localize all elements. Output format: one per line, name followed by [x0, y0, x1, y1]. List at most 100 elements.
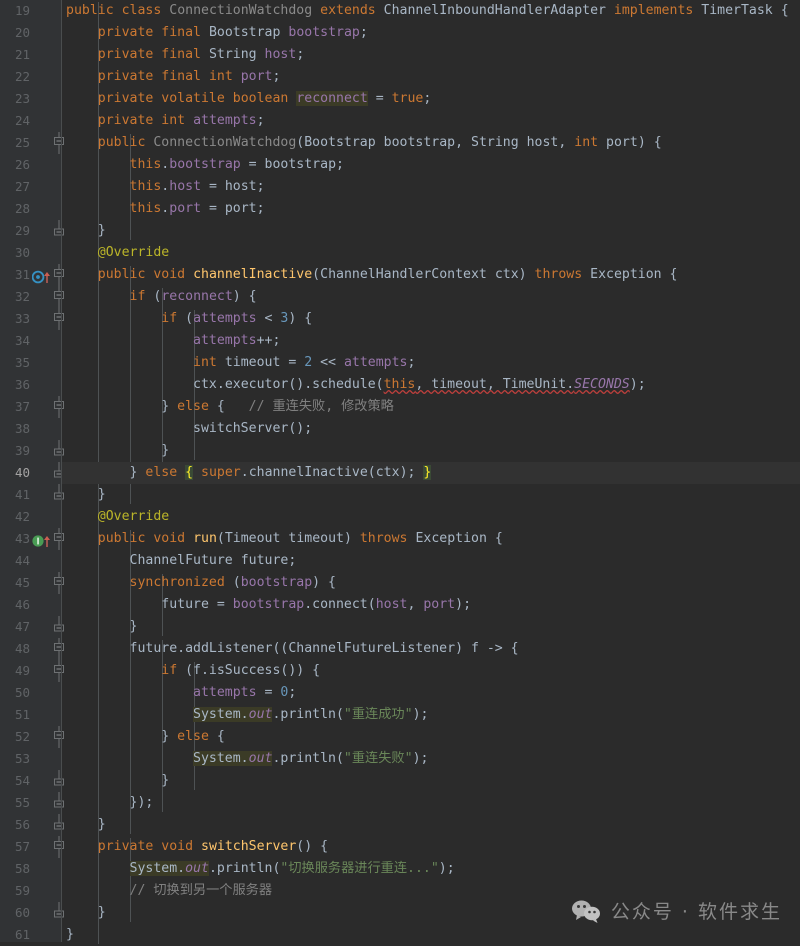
gutter-row[interactable]: 32 [0, 286, 64, 308]
gutter-row[interactable]: 34 [0, 330, 62, 352]
gutter-row[interactable]: 25 [0, 132, 64, 154]
line-number: 28 [14, 201, 30, 216]
code-line[interactable]: this.host = host; [62, 176, 800, 198]
code-line[interactable]: } [62, 924, 800, 946]
code-line[interactable]: this.port = port; [62, 198, 800, 220]
gutter-row[interactable]: 35 [0, 352, 62, 374]
gutter-row[interactable]: 27 [0, 176, 62, 198]
gutter-row[interactable]: 39 [0, 440, 64, 462]
gutter-row[interactable]: 60 [0, 902, 64, 924]
gutter-row[interactable]: 51 [0, 704, 62, 726]
code-line[interactable]: ctx.executor().schedule(this, timeout, T… [62, 374, 800, 396]
gutter-row[interactable]: 48 [0, 638, 64, 660]
line-number: 41 [14, 487, 30, 502]
gutter-row[interactable]: 53 [0, 748, 62, 770]
implement-marker-icon[interactable] [32, 532, 54, 547]
gutter-row[interactable]: 21 [0, 44, 62, 66]
gutter-row[interactable]: 56 [0, 814, 64, 836]
code-line[interactable]: }); [62, 792, 800, 814]
gutter-row[interactable]: 22 [0, 66, 62, 88]
code-line[interactable]: synchronized (bootstrap) { [62, 572, 800, 594]
gutter-row[interactable]: 40 [0, 462, 64, 484]
gutter-row[interactable]: 46 [0, 594, 62, 616]
gutter-row[interactable]: 44 [0, 550, 62, 572]
gutter-row[interactable]: 47 [0, 616, 64, 638]
code-line[interactable]: attempts++; [62, 330, 800, 352]
override-marker-icon[interactable] [31, 268, 54, 284]
line-number: 49 [14, 663, 30, 678]
gutter-row[interactable]: 57 [0, 836, 64, 858]
code-line[interactable]: private void switchServer() { [62, 836, 800, 858]
wechat-icon [571, 899, 601, 923]
code-line[interactable]: future.addListener((ChannelFutureListene… [62, 638, 800, 660]
line-number: 31 [14, 267, 30, 282]
code-line[interactable]: switchServer(); [62, 418, 800, 440]
gutter-row[interactable]: 23 [0, 88, 62, 110]
code-line[interactable]: } else { [62, 726, 800, 748]
code-line[interactable]: if (f.isSuccess()) { [62, 660, 800, 682]
code-line[interactable]: private final int port; [62, 66, 800, 88]
gutter-row[interactable]: 38 [0, 418, 62, 440]
code-line[interactable]: } [62, 814, 800, 836]
gutter-row[interactable]: 37 [0, 396, 64, 418]
code-line[interactable]: System.out.println("切换服务器进行重连..."); [62, 858, 800, 880]
gutter-row[interactable]: 49 [0, 660, 64, 682]
code-line[interactable]: public ConnectionWatchdog(Bootstrap boot… [62, 132, 800, 154]
gutter-row[interactable]: 58 [0, 858, 62, 880]
code-line[interactable]: } [62, 484, 800, 506]
gutter-row[interactable]: 26 [0, 154, 62, 176]
code-line[interactable]: ChannelFuture future; [62, 550, 800, 572]
code-line[interactable]: public void channelInactive(ChannelHandl… [62, 264, 800, 286]
code-line[interactable]: private int attempts; [62, 110, 800, 132]
line-number: 38 [14, 421, 30, 436]
code-line[interactable]: private volatile boolean reconnect = tru… [62, 88, 800, 110]
code-line[interactable]: } [62, 616, 800, 638]
gutter-row[interactable]: 24 [0, 110, 62, 132]
code-line[interactable]: if (attempts < 3) { [62, 308, 800, 330]
gutter-row[interactable]: 45 [0, 572, 64, 594]
gutter-row[interactable]: 41 [0, 484, 64, 506]
line-number: 30 [14, 245, 30, 260]
gutter-row[interactable]: 61 [0, 924, 62, 946]
gutter-row[interactable]: 55 [0, 792, 64, 814]
code-line[interactable]: } else { super.channelInactive(ctx); } [62, 462, 800, 484]
code-line[interactable]: } [62, 440, 800, 462]
gutter-row[interactable]: 36 [0, 374, 62, 396]
line-number: 25 [14, 135, 30, 150]
code-line[interactable]: System.out.println("重连成功"); [62, 704, 800, 726]
gutter-row[interactable]: 42 [0, 506, 62, 528]
gutter-row[interactable]: 33 [0, 308, 64, 330]
code-line[interactable]: this.bootstrap = bootstrap; [62, 154, 800, 176]
code-line[interactable]: @Override [62, 506, 800, 528]
line-number: 37 [14, 399, 30, 414]
code-content[interactable]: public class ConnectionWatchdog extends … [62, 0, 800, 942]
gutter-row[interactable]: 43 [0, 528, 64, 550]
code-line[interactable]: } [62, 770, 800, 792]
code-line[interactable]: if (reconnect) { [62, 286, 800, 308]
gutter-row[interactable]: 28 [0, 198, 62, 220]
code-line[interactable]: public class ConnectionWatchdog extends … [62, 0, 800, 22]
code-line[interactable]: future = bootstrap.connect(host, port); [62, 594, 800, 616]
line-number: 50 [14, 685, 30, 700]
gutter-row[interactable]: 31 [0, 264, 64, 286]
line-number: 20 [14, 25, 30, 40]
code-line[interactable]: private final Bootstrap bootstrap; [62, 22, 800, 44]
code-line[interactable]: public void run(Timeout timeout) throws … [62, 528, 800, 550]
gutter-row[interactable]: 19 [0, 0, 62, 22]
gutter-row[interactable]: 30 [0, 242, 62, 264]
code-line[interactable]: int timeout = 2 << attempts; [62, 352, 800, 374]
editor-gutter[interactable]: 19 20 21 22 23 24 25 26 27 28 29 30 31 32 33 34 35 36 37 38… [0, 0, 64, 942]
code-editor[interactable]: 19 20 21 22 23 24 25 26 27 28 29 30 31 32 33 34 35 36 37 38… [0, 0, 800, 944]
code-line[interactable]: private final String host; [62, 44, 800, 66]
code-line[interactable]: } else { // 重连失败, 修改策略 [62, 396, 800, 418]
code-line[interactable]: @Override [62, 242, 800, 264]
code-line[interactable]: attempts = 0; [62, 682, 800, 704]
gutter-row[interactable]: 50 [0, 682, 62, 704]
gutter-row[interactable]: 52 [0, 726, 64, 748]
gutter-row[interactable]: 59 [0, 880, 62, 902]
gutter-row[interactable]: 29 [0, 220, 64, 242]
gutter-row[interactable]: 54 [0, 770, 64, 792]
code-line[interactable]: System.out.println("重连失败"); [62, 748, 800, 770]
code-line[interactable]: } [62, 220, 800, 242]
gutter-row[interactable]: 20 [0, 22, 62, 44]
